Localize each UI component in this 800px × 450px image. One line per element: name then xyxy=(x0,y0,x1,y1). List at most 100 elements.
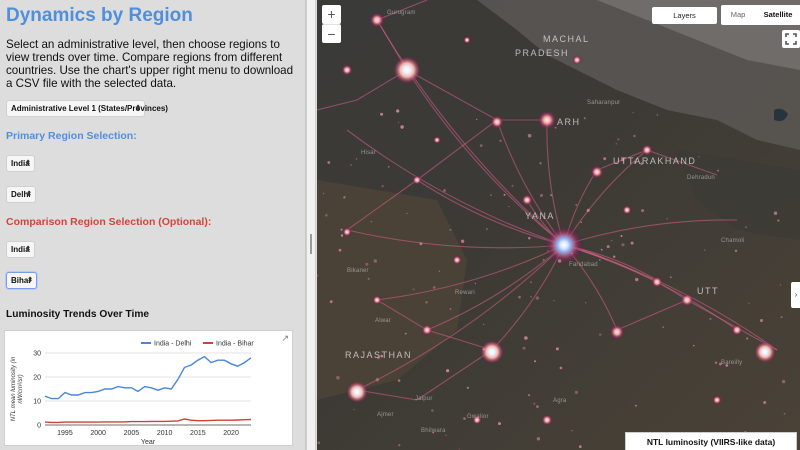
town-light-dot xyxy=(600,248,603,251)
chart-xlabel: Year xyxy=(141,439,156,446)
town-light-dot xyxy=(780,316,783,319)
town-light-dot xyxy=(463,417,466,420)
town-light-dot xyxy=(583,117,586,120)
primary-region-select[interactable]: Delhi ⬍ xyxy=(6,186,36,203)
town-light-dot xyxy=(599,333,602,336)
city-light-glow xyxy=(622,205,632,215)
chart-expand-icon[interactable]: ↗ xyxy=(281,333,289,344)
zoom-in-button[interactable]: + xyxy=(322,5,341,24)
town-light-dot xyxy=(536,437,541,441)
town-light-dot xyxy=(479,144,483,148)
city-light-glow xyxy=(452,255,462,265)
town-light-dot xyxy=(641,209,645,213)
comparison-region-heading: Comparison Region Selection (Optional): xyxy=(6,216,212,228)
town-light-dot xyxy=(621,243,625,247)
town-light-dot xyxy=(656,114,659,116)
chart-series-line xyxy=(44,355,252,400)
chart-xtick-label: 2005 xyxy=(124,430,140,437)
city-light-glow xyxy=(590,165,604,179)
town-light-dot xyxy=(347,230,349,232)
town-light-dot xyxy=(763,401,767,404)
town-light-dot xyxy=(550,194,553,197)
town-light-dot xyxy=(431,409,434,412)
chart-xtick-label: 2020 xyxy=(223,430,239,437)
town-light-dot xyxy=(365,262,369,266)
town-light-dot xyxy=(446,369,450,373)
map-type-satellite-button[interactable]: Satellite xyxy=(755,5,800,25)
town-light-dot xyxy=(781,379,786,384)
chart-ytick-label: 30 xyxy=(33,351,41,358)
city-light-glow xyxy=(433,136,441,144)
map-type-map-button[interactable]: Map xyxy=(721,5,755,25)
city-light-glow xyxy=(521,194,533,206)
luminosity-chart-svg: 0 10 20 30 1995 2000 2005 2010 2015 2020 Year NTL m… xyxy=(11,341,254,447)
town-light-dot xyxy=(373,259,377,263)
town-light-dot xyxy=(632,112,634,114)
town-light-dot xyxy=(367,277,370,280)
panel-splitter[interactable] xyxy=(306,0,316,450)
map-label-bareilly: Bareilly xyxy=(721,360,743,366)
luminosity-chart: 0 10 20 30 1995 2000 2005 2010 2015 2020 Year NTL m… xyxy=(4,330,293,446)
map-label-arh: ARH xyxy=(557,117,581,127)
town-light-dot xyxy=(540,194,543,197)
town-light-dot xyxy=(380,112,384,116)
town-light-dot xyxy=(575,203,578,206)
town-light-dot xyxy=(585,302,587,304)
town-light-dot xyxy=(555,347,559,351)
city-light-glow xyxy=(369,12,385,28)
town-light-dot xyxy=(599,259,601,261)
night-lights-map[interactable] xyxy=(317,0,800,450)
town-light-dot xyxy=(630,241,634,245)
comparison-region-select[interactable]: Bihar ⬍ xyxy=(6,272,37,289)
chart-xtick-label: 2000 xyxy=(90,430,106,437)
town-light-dot xyxy=(714,361,718,364)
map-view[interactable]: MACHAL PRADESH UTTARAKHAND RAJASTHAN YAN… xyxy=(317,0,800,450)
admin-level-select[interactable]: Administrative Level 1 (States/Provinces… xyxy=(6,100,168,117)
town-light-dot xyxy=(522,346,526,350)
city-light-glow xyxy=(680,293,694,307)
map-label-utt: UTT xyxy=(697,286,719,296)
city-light-glow xyxy=(346,381,368,403)
chart-legend-label: India - Bihar xyxy=(216,341,254,348)
town-light-dot xyxy=(443,189,446,192)
town-light-dot xyxy=(777,219,780,222)
city-light-glow xyxy=(372,295,382,305)
town-light-dot xyxy=(662,326,665,329)
map-label-jaipur: Jaipur xyxy=(415,396,433,402)
city-light-glow xyxy=(421,324,433,336)
map-label-rajasthan: RAJASTHAN xyxy=(345,350,413,360)
town-light-dot xyxy=(336,375,340,380)
town-light-dot xyxy=(533,402,536,405)
splitter-grip-icon[interactable] xyxy=(310,234,312,254)
comparison-country-select[interactable]: India ⬍ xyxy=(6,241,35,258)
town-light-dot xyxy=(746,337,749,340)
map-type-control: Map Satellite xyxy=(721,5,800,25)
fullscreen-glyph xyxy=(785,33,797,45)
map-label-faridabad: Faridabad xyxy=(569,262,598,268)
side-panel-toggle-icon[interactable]: › xyxy=(791,282,800,308)
map-label-hisar: Hisar xyxy=(361,150,377,156)
primary-country-select[interactable]: India ⬍ xyxy=(6,155,35,172)
select-arrow-icon: ⬍ xyxy=(25,246,31,253)
zoom-out-button[interactable]: − xyxy=(322,24,341,43)
town-light-dot xyxy=(518,295,521,299)
town-light-dot xyxy=(542,258,545,261)
chart-ytick-label: 0 xyxy=(37,423,41,430)
fullscreen-icon[interactable] xyxy=(782,30,800,48)
town-light-dot xyxy=(574,390,578,394)
city-light-glow xyxy=(342,227,352,237)
control-panel: Dynamics by Region Select an administrat… xyxy=(0,0,306,450)
town-light-dot xyxy=(340,228,343,231)
map-label-dehradun: Dehradun xyxy=(687,175,715,181)
town-light-dot xyxy=(338,248,342,252)
layers-button[interactable]: Layers xyxy=(652,7,717,24)
town-light-dot xyxy=(534,360,536,363)
map-label-alwar: Alwar xyxy=(375,318,392,324)
town-light-dot xyxy=(524,336,528,340)
town-light-dot xyxy=(449,228,452,231)
town-light-dot xyxy=(327,161,331,164)
map-label-agra: Agra xyxy=(553,398,567,404)
town-light-dot xyxy=(387,166,390,168)
town-light-dot xyxy=(530,296,532,298)
town-light-dot xyxy=(779,284,781,286)
